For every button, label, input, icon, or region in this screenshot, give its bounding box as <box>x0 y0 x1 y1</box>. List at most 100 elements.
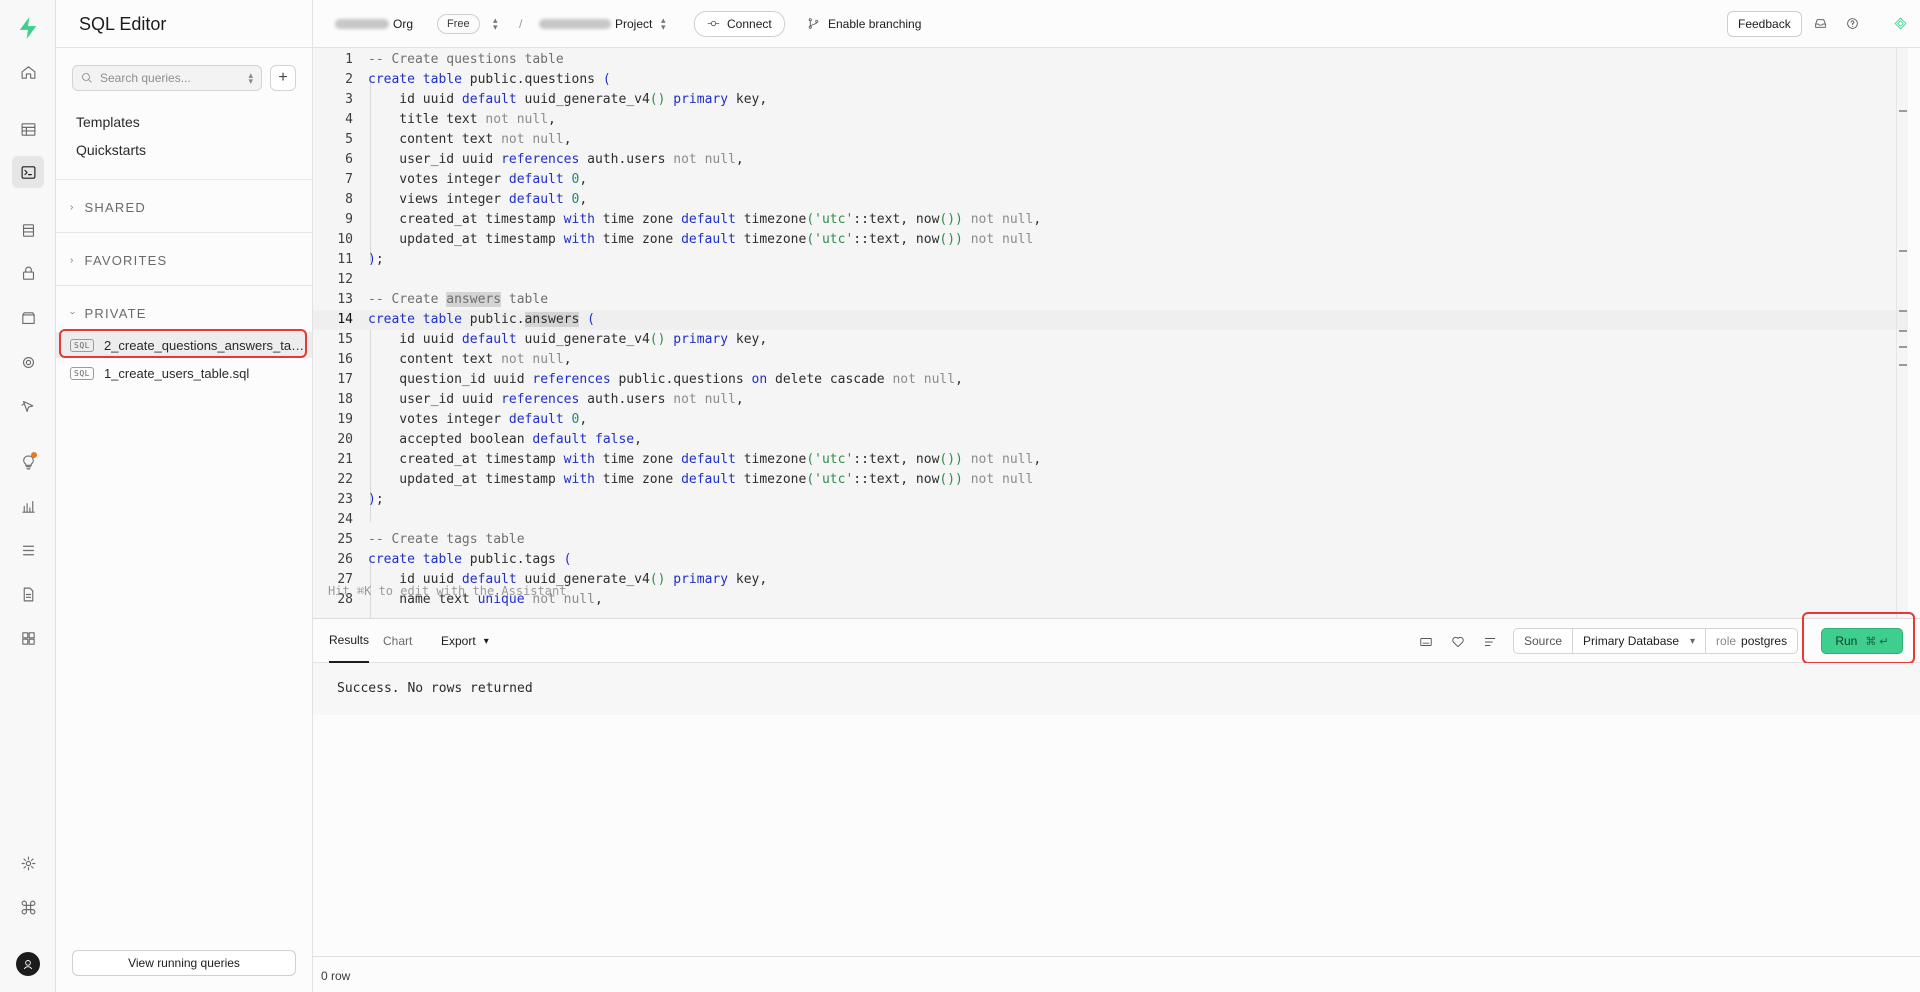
sql-editor-icon[interactable] <box>12 156 44 188</box>
code-line: 10 updated_at timestamp with time zone d… <box>337 232 1034 247</box>
scroll-marker <box>1899 346 1907 348</box>
sort-chevron-icon[interactable]: ▴ ▾ <box>248 71 253 86</box>
query-file-item[interactable]: SQL 1_create_users_table.sql <box>56 360 312 386</box>
reports-icon[interactable] <box>12 490 44 522</box>
settings-gear-icon[interactable] <box>12 847 44 879</box>
supabase-logo-icon[interactable] <box>12 12 44 44</box>
format-align-icon[interactable] <box>1482 634 1498 650</box>
divider <box>56 232 312 233</box>
inbox-icon[interactable] <box>1810 14 1830 34</box>
database-icon[interactable] <box>12 214 44 246</box>
org-label: Org <box>393 16 414 31</box>
project-switch-chevron-icon[interactable]: ▴ ▾ <box>661 15 666 31</box>
chevron-down-icon: ▾ <box>483 635 489 647</box>
sidebar-title: SQL Editor <box>79 14 167 34</box>
logs-list-icon[interactable] <box>12 534 44 566</box>
sidebar-link-quickstarts[interactable]: Quickstarts <box>76 142 146 158</box>
project-label: Project <box>615 16 653 31</box>
code-line: 24 <box>337 512 353 527</box>
notification-dot <box>31 452 37 458</box>
results-footer: 0 row <box>313 956 1920 992</box>
results-empty-space <box>313 715 1920 955</box>
plan-badge: Free <box>437 13 480 34</box>
database-value: Primary Database <box>1583 634 1680 648</box>
role-prefix: role <box>1716 634 1737 648</box>
code-editor[interactable]: 1 -- Create questions table 2 create table… <box>313 48 1908 618</box>
command-menu-icon[interactable] <box>12 891 44 923</box>
export-dropdown[interactable]: Export ▾ <box>441 619 489 663</box>
keyboard-icon[interactable] <box>1418 634 1434 650</box>
code-line: 8 views integer default 0, <box>345 192 588 207</box>
org-name-redacted <box>335 18 389 29</box>
scroll-marker <box>1899 364 1907 366</box>
code-line: 25 -- Create tags table <box>337 532 525 547</box>
divider <box>56 47 312 48</box>
feedback-button[interactable]: Feedback <box>1727 10 1802 37</box>
code-line: 26 create table public.tags ( <box>337 552 572 567</box>
code-line: 17 question_id uuid references public.qu… <box>337 372 963 387</box>
connect-label: Connect <box>727 16 772 31</box>
code-line: 13 -- Create answers table <box>337 292 549 307</box>
top-bar: Org Free ▴ ▾ / Project ▴ ▾ Connect Enable … <box>313 0 1920 48</box>
role-select[interactable]: role postgres <box>1706 629 1797 653</box>
role-value: postgres <box>1741 634 1788 648</box>
chevron-right-icon: › <box>70 255 75 266</box>
database-select[interactable]: Primary Database ▾ <box>1573 629 1707 653</box>
code-line: 18 user_id uuid references auth.users no… <box>337 392 744 407</box>
tab-results[interactable]: Results <box>329 619 370 663</box>
integrations-icon[interactable] <box>12 622 44 654</box>
chevron-right-icon: › <box>70 202 75 213</box>
git-branch-icon <box>808 18 819 29</box>
query-file-name: 1_create_users_table.sql <box>103 365 250 381</box>
project-selector[interactable]: Project <box>539 17 652 31</box>
home-icon[interactable] <box>12 56 44 88</box>
divider <box>56 179 312 180</box>
new-query-button[interactable]: + <box>270 65 296 91</box>
auth-lock-icon[interactable] <box>12 257 44 289</box>
editor-scrollbar[interactable] <box>1896 48 1908 618</box>
realtime-icon[interactable] <box>12 390 44 422</box>
org-switch-chevron-icon[interactable]: ▴ ▾ <box>493 15 498 31</box>
help-icon[interactable] <box>1842 14 1862 34</box>
code-line: 23); <box>337 492 384 507</box>
search-queries-box[interactable]: ▴▾ <box>72 65 262 91</box>
advisors-bulb-icon[interactable] <box>12 446 44 478</box>
search-icon <box>82 73 92 83</box>
enable-branching-button[interactable]: Enable branching <box>807 17 921 31</box>
storage-icon[interactable] <box>12 302 44 334</box>
edge-functions-icon[interactable] <box>12 346 44 378</box>
sql-file-icon: SQL <box>70 366 94 380</box>
assistant-icon[interactable] <box>1890 14 1910 34</box>
tab-chart[interactable]: Chart <box>383 619 412 663</box>
table-editor-icon[interactable] <box>12 113 44 145</box>
sidebar-link-templates[interactable]: Templates <box>76 114 140 130</box>
assistant-hint: Hit ⌘K to edit with the Assistant <box>328 584 567 598</box>
code-line: 7 votes integer default 0, <box>345 172 588 187</box>
code-line: 12 <box>337 272 353 287</box>
branching-label: Enable branching <box>828 16 922 31</box>
code-line-current: 14 create table public.answers ( <box>313 310 1908 330</box>
code-line: 19 votes integer default 0, <box>337 412 588 427</box>
api-docs-icon[interactable] <box>12 578 44 610</box>
user-avatar-icon[interactable] <box>12 948 44 980</box>
code-line: 22 updated_at timestamp with time zone d… <box>337 472 1034 487</box>
view-running-queries-button[interactable]: View running queries <box>72 950 296 976</box>
connect-button[interactable]: Connect <box>694 10 785 37</box>
section-shared[interactable]: › SHARED <box>70 200 146 215</box>
search-queries-input[interactable] <box>100 71 240 85</box>
section-private-label: PRIVATE <box>84 306 147 321</box>
code-line: 15 id uuid default uuid_generate_v4() pr… <box>337 332 768 347</box>
scroll-marker <box>1899 110 1907 112</box>
results-message: Success. No rows returned <box>337 681 533 696</box>
divider <box>56 285 312 286</box>
section-shared-label: SHARED <box>84 200 146 215</box>
section-favorites[interactable]: › FAVORITES <box>70 253 167 268</box>
section-private[interactable]: › PRIVATE <box>67 306 147 321</box>
code-line: 20 accepted boolean default false, <box>337 432 642 447</box>
code-line: 21 created_at timestamp with time zone d… <box>337 452 1042 467</box>
org-selector[interactable]: Org <box>335 17 413 31</box>
favorite-heart-icon[interactable] <box>1450 634 1466 650</box>
source-selector[interactable]: Source Primary Database ▾ role postgres <box>1513 628 1799 654</box>
scroll-marker <box>1899 310 1907 312</box>
code-line: 5 content text not null, <box>345 132 572 147</box>
